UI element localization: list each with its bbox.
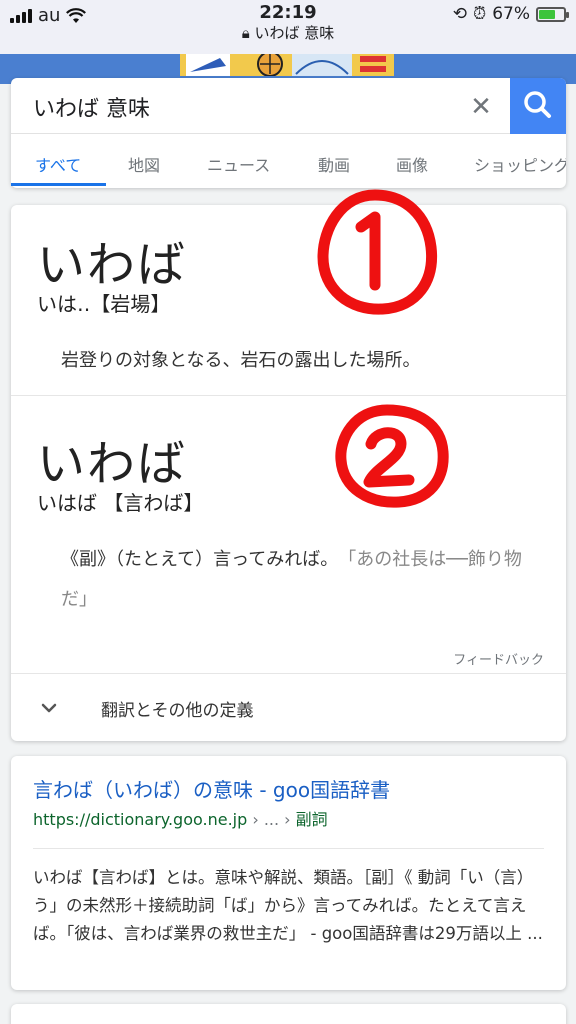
battery-icon bbox=[536, 6, 569, 22]
annotation-circle-2-icon bbox=[335, 404, 449, 508]
feedback-link[interactable]: フィードバック bbox=[453, 649, 544, 668]
status-bar: au 22:19 🔒︎ いわば 意味 ⟲ ⏰︎ 67% bbox=[0, 0, 576, 54]
result-snippet: いわば【言わば】とは。意味や解説、類語。［副］《 動詞「い（言）う」の未然形＋接… bbox=[33, 868, 543, 943]
tab-news[interactable]: ニュース bbox=[207, 152, 270, 176]
address-bar[interactable]: 🔒︎ いわば 意味 bbox=[0, 22, 576, 43]
entry-definition: 《副》（たとえて）言ってみれば。 「あの社長は──飾り物だ」 bbox=[61, 540, 541, 620]
doodle-image[interactable] bbox=[180, 54, 394, 76]
active-tab-indicator bbox=[11, 183, 106, 186]
alarm-icon: ⏰︎ bbox=[472, 4, 487, 24]
tab-shopping[interactable]: ショッピング bbox=[474, 152, 566, 176]
more-definitions-label: 翻訳とその他の定義 bbox=[101, 701, 254, 721]
result-divider bbox=[33, 848, 544, 849]
result-title-link[interactable]: 言わば（いわば）の意味 - goo国語辞書 bbox=[33, 774, 390, 803]
dictionary-entry: いわば いは‥【岩場】 岩登りの対象となる、岩石の露出した場所。 bbox=[11, 189, 566, 395]
entry-definition: 岩登りの対象となる、岩石の露出した場所。 bbox=[61, 350, 421, 371]
entry-reading: いは‥【岩場】 bbox=[37, 292, 171, 316]
dictionary-entry: いわば いはば 【言わば】 《副》（たとえて）言ってみれば。 「あの社長は──飾… bbox=[11, 396, 566, 646]
rotation-lock-icon: ⟲ bbox=[452, 4, 467, 24]
result-url-separator: › ... › bbox=[247, 810, 296, 829]
search-row: ✕ bbox=[11, 78, 566, 134]
search-card: ✕ すべて 地図 ニュース 動画 画像 ショッピング bbox=[11, 78, 566, 188]
entry-word: いわば bbox=[37, 237, 188, 293]
search-input[interactable] bbox=[33, 90, 453, 124]
next-result-card bbox=[11, 1004, 566, 1024]
tab-videos[interactable]: 動画 bbox=[318, 152, 350, 176]
dictionary-card: いわば いは‥【岩場】 岩登りの対象となる、岩石の露出した場所。 いわば いはば… bbox=[11, 189, 566, 741]
address-text: いわば 意味 bbox=[254, 24, 335, 42]
result-url-crumb: 副詞 bbox=[295, 810, 328, 829]
clear-button[interactable]: ✕ bbox=[466, 92, 496, 122]
tab-maps[interactable]: 地図 bbox=[128, 152, 160, 176]
annotation-circle-1-icon bbox=[317, 189, 438, 315]
entry-reading: いはば 【言わば】 bbox=[37, 491, 204, 515]
tab-images[interactable]: 画像 bbox=[396, 152, 428, 176]
battery-percent: 67% bbox=[492, 4, 530, 24]
tab-all[interactable]: すべて bbox=[35, 152, 81, 176]
entry-word: いわば bbox=[37, 436, 188, 492]
chevron-down-icon bbox=[41, 703, 57, 713]
result-url[interactable]: https://dictionary.goo.ne.jp › ... › 副詞 bbox=[33, 806, 328, 830]
search-result-card: 言わば（いわば）の意味 - goo国語辞書 https://dictionary… bbox=[11, 756, 566, 990]
search-button[interactable] bbox=[510, 78, 566, 134]
definition-text: 《副》（たとえて）言ってみれば。 bbox=[61, 549, 330, 570]
search-icon bbox=[524, 91, 551, 118]
status-right: ⟲ ⏰︎ 67% bbox=[452, 4, 569, 24]
lock-icon: 🔒︎ bbox=[241, 24, 250, 42]
result-url-domain: https://dictionary.goo.ne.jp bbox=[33, 810, 248, 829]
search-tabs: すべて 地図 ニュース 動画 画像 ショッピング bbox=[11, 134, 566, 188]
more-definitions-row[interactable]: 翻訳とその他の定義 bbox=[11, 673, 566, 741]
